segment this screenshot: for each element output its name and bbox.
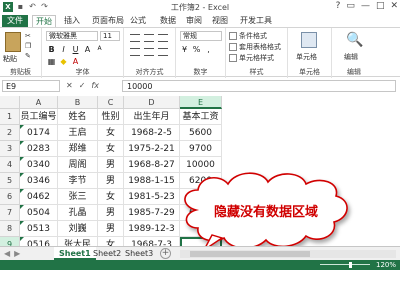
add-sheet-button[interactable]: + [160,248,171,259]
sheet-tab-sheet3[interactable]: Sheet3 [120,247,158,260]
status-strip: 120% [0,260,400,270]
sheet-navigation: ◀ ▶ [4,249,20,258]
prev-sheet-icon[interactable]: ◀ [4,249,10,258]
horizontal-scrollbar[interactable] [180,250,396,258]
zoom-level[interactable]: 120% [376,260,396,270]
horizontal-scroll-thumb[interactable] [190,251,310,257]
status-bar: 120% [0,260,400,300]
zoom-slider[interactable] [320,264,370,265]
next-sheet-icon[interactable]: ▶ [14,249,20,258]
callout-text: 隐藏没有数据区域 [214,204,318,220]
zoom-slider-knob[interactable] [349,262,352,268]
sheet-tab-bar: ◀ ▶ Sheet1 Sheet2 Sheet3 + [0,246,400,260]
